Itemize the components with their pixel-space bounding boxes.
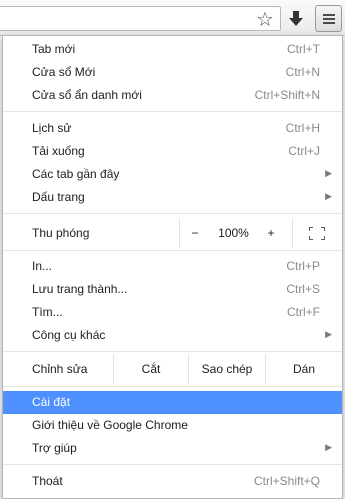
menu-item-label: Tab mới — [32, 42, 76, 56]
menu-item-label: Cửa sổ ẩn danh mới — [32, 88, 142, 102]
shortcut-text: Ctrl+F — [287, 305, 320, 319]
edit-row: Chỉnh sửa Cắt Sao chép Dán — [3, 354, 342, 385]
address-bar[interactable] — [0, 6, 281, 31]
submenu-arrow-icon: ▶ — [325, 443, 332, 453]
shortcut-text: Ctrl+S — [286, 282, 320, 296]
edit-label: Chỉnh sửa — [32, 362, 88, 376]
menu-item-label: Lưu trang thành... — [32, 282, 128, 296]
menu-item-print[interactable]: In... Ctrl+P — [3, 255, 342, 278]
menu-item-history[interactable]: Lịch sử Ctrl+H — [3, 117, 342, 140]
menu-item-about-chrome[interactable]: Giới thiệu về Google Chrome — [3, 414, 342, 437]
hamburger-menu-icon[interactable] — [315, 5, 342, 32]
paste-button[interactable]: Dán — [266, 354, 342, 385]
menu-item-settings[interactable]: Cài đặt — [3, 391, 342, 414]
zoom-label: Thu phóng — [32, 226, 90, 240]
menu-separator — [3, 386, 342, 387]
menu-item-exit[interactable]: Thoát Ctrl+Shift+Q — [3, 470, 342, 493]
menu-item-label: Tìm... — [32, 305, 63, 319]
zoom-level: 100% — [218, 226, 249, 240]
menu-item-label: Cửa sổ Mới — [32, 65, 96, 79]
shortcut-text: Ctrl+Shift+N — [254, 88, 320, 102]
menu-item-save-page[interactable]: Lưu trang thành... Ctrl+S — [3, 278, 342, 301]
menu-item-label: Tải xuống — [32, 144, 85, 158]
menu-separator — [3, 351, 342, 352]
menu-item-recent-tabs[interactable]: Các tab gần đây ▶ — [3, 163, 342, 186]
shortcut-text: Ctrl+Shift+Q — [253, 474, 320, 488]
menu-separator — [3, 464, 342, 465]
shortcut-text: Ctrl+P — [286, 259, 320, 273]
copy-button[interactable]: Sao chép — [189, 354, 265, 385]
zoom-in-button[interactable]: + — [256, 218, 286, 249]
menu-item-label: Dấu trang — [32, 190, 85, 204]
menu-item-label: Công cụ khác — [32, 328, 106, 342]
shortcut-text: Ctrl+T — [287, 42, 320, 56]
menu-item-bookmarks[interactable]: Dấu trang ▶ — [3, 186, 342, 209]
zoom-row: Thu phóng − 100% + — [3, 218, 342, 249]
fullscreen-icon[interactable] — [309, 227, 325, 240]
menu-item-label: Thoát — [32, 474, 63, 488]
menu-separator — [3, 111, 342, 112]
menu-separator — [3, 250, 342, 251]
zoom-divider — [292, 218, 293, 249]
shortcut-text: Ctrl+N — [285, 65, 320, 79]
menu-item-downloads[interactable]: Tải xuống Ctrl+J — [3, 140, 342, 163]
cut-button[interactable]: Cắt — [114, 354, 188, 385]
submenu-arrow-icon: ▶ — [325, 169, 332, 179]
menu-item-find[interactable]: Tìm... Ctrl+F — [3, 301, 342, 324]
menu-item-label: Giới thiệu về Google Chrome — [32, 418, 188, 432]
submenu-arrow-icon: ▶ — [325, 192, 332, 202]
menu-item-label: Trợ giúp — [32, 441, 77, 455]
chrome-main-menu: Tab mới Ctrl+T Cửa sổ Mới Ctrl+N Cửa sổ … — [2, 35, 343, 499]
shortcut-text: Ctrl+J — [288, 144, 320, 158]
menu-item-label: In... — [32, 259, 53, 273]
shortcut-text: Ctrl+H — [285, 121, 320, 135]
star-outline-icon[interactable]: ☆ — [254, 9, 276, 29]
menu-separator — [3, 213, 342, 214]
menu-item-label: Cài đặt — [32, 395, 71, 409]
menu-item-label: Lịch sử — [32, 121, 72, 135]
browser-toolbar: ☆ — [0, 0, 345, 36]
menu-item-more-tools[interactable]: Công cụ khác ▶ — [3, 324, 342, 347]
menu-item-help[interactable]: Trợ giúp ▶ — [3, 437, 342, 460]
download-arrow-icon[interactable] — [285, 8, 307, 30]
menu-item-new-incognito-window[interactable]: Cửa sổ ẩn danh mới Ctrl+Shift+N — [3, 84, 342, 107]
zoom-out-button[interactable]: − — [180, 218, 210, 249]
menu-item-new-tab[interactable]: Tab mới Ctrl+T — [3, 38, 342, 61]
menu-item-label: Các tab gần đây — [32, 167, 120, 181]
submenu-arrow-icon: ▶ — [325, 330, 332, 340]
menu-item-new-window[interactable]: Cửa sổ Mới Ctrl+N — [3, 61, 342, 84]
